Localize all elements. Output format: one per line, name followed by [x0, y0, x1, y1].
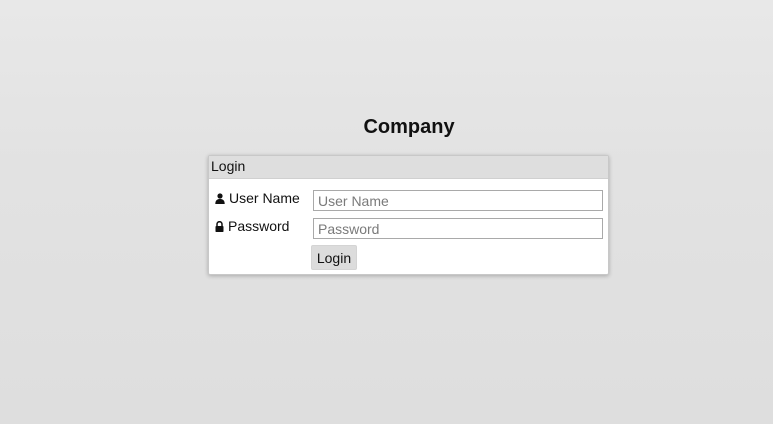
username-row: User Name: [209, 189, 608, 211]
user-icon: [215, 192, 225, 204]
password-label: Password: [228, 218, 290, 234]
login-button[interactable]: Login: [311, 245, 357, 270]
username-input[interactable]: [313, 190, 603, 211]
password-row: Password: [209, 217, 608, 239]
login-panel: Login User Name Password Login: [208, 155, 609, 275]
username-label-group: User Name: [215, 189, 300, 207]
username-label: User Name: [229, 190, 300, 206]
lock-icon: [215, 220, 224, 232]
password-input[interactable]: [313, 218, 603, 239]
login-panel-header: Login: [209, 156, 608, 179]
company-title: Company: [363, 116, 455, 138]
password-label-group: Password: [215, 217, 289, 235]
